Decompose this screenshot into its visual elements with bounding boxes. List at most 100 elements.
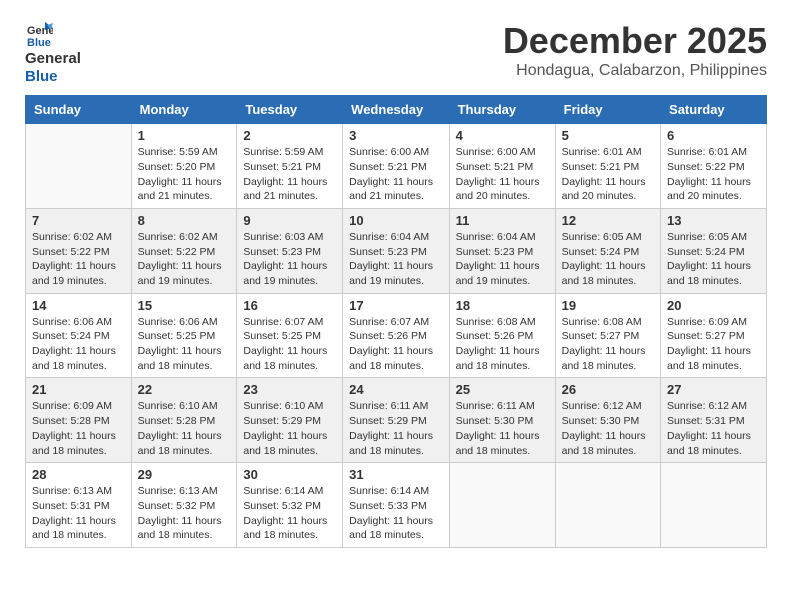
header-area: General Blue General Blue December 2025 … xyxy=(25,20,767,85)
day-info: Sunrise: 6:12 AM Sunset: 5:31 PM Dayligh… xyxy=(667,399,760,458)
calendar-day-cell: 26 Sunrise: 6:12 AM Sunset: 5:30 PM Dayli… xyxy=(555,378,660,463)
month-title: December 2025 xyxy=(503,20,767,62)
day-number: 13 xyxy=(667,213,760,228)
calendar-day-cell: 8 Sunrise: 6:02 AM Sunset: 5:22 PM Daylig… xyxy=(131,208,237,293)
day-info: Sunrise: 6:09 AM Sunset: 5:27 PM Dayligh… xyxy=(667,315,760,374)
calendar-day-cell: 1Sunrise: 5:59 AM Sunset: 5:20 PM Daylig… xyxy=(131,124,237,209)
logo: General Blue General Blue xyxy=(25,20,81,85)
day-info: Sunrise: 6:09 AM Sunset: 5:28 PM Dayligh… xyxy=(32,399,125,458)
calendar-day-cell: 23 Sunrise: 6:10 AM Sunset: 5:29 PM Dayli… xyxy=(237,378,343,463)
calendar-day-cell: 17 Sunrise: 6:07 AM Sunset: 5:26 PM Dayli… xyxy=(343,293,449,378)
logo-general: General xyxy=(25,50,81,67)
calendar-day-cell: 9Sunrise: 6:03 AM Sunset: 5:23 PM Daylig… xyxy=(237,208,343,293)
day-number: 22 xyxy=(138,382,231,397)
day-info: Sunrise: 6:01 AM Sunset: 5:21 PM Dayligh… xyxy=(562,145,654,204)
day-number: 5 xyxy=(562,128,654,143)
weekday-header-sunday: Sunday xyxy=(26,96,132,124)
day-number: 18 xyxy=(456,298,549,313)
day-info: Sunrise: 6:05 AM Sunset: 5:24 PM Dayligh… xyxy=(667,230,760,289)
day-info: Sunrise: 6:01 AM Sunset: 5:22 PM Dayligh… xyxy=(667,145,760,204)
calendar-day-cell: 29 Sunrise: 6:13 AM Sunset: 5:32 PM Dayli… xyxy=(131,463,237,548)
svg-text:Blue: Blue xyxy=(27,37,51,48)
weekday-header-friday: Friday xyxy=(555,96,660,124)
day-number: 27 xyxy=(667,382,760,397)
day-number: 4 xyxy=(456,128,549,143)
day-number: 2 xyxy=(243,128,336,143)
day-info: Sunrise: 6:05 AM Sunset: 5:24 PM Dayligh… xyxy=(562,230,654,289)
day-info: Sunrise: 6:10 AM Sunset: 5:28 PM Dayligh… xyxy=(138,399,231,458)
calendar-day-cell: 12 Sunrise: 6:05 AM Sunset: 5:24 PM Dayli… xyxy=(555,208,660,293)
day-info: Sunrise: 6:14 AM Sunset: 5:33 PM Dayligh… xyxy=(349,484,442,543)
calendar-day-cell: 7Sunrise: 6:02 AM Sunset: 5:22 PM Daylig… xyxy=(26,208,132,293)
calendar-day-cell: 14 Sunrise: 6:06 AM Sunset: 5:24 PM Dayli… xyxy=(26,293,132,378)
day-info: Sunrise: 5:59 AM Sunset: 5:21 PM Dayligh… xyxy=(243,145,336,204)
calendar-day-cell xyxy=(661,463,767,548)
calendar-table: SundayMondayTuesdayWednesdayThursdayFrid… xyxy=(25,95,767,548)
calendar-day-cell: 25Sunrise: 6:11 AM Sunset: 5:30 PM Dayli… xyxy=(449,378,555,463)
day-info: Sunrise: 6:13 AM Sunset: 5:31 PM Dayligh… xyxy=(32,484,125,543)
day-info: Sunrise: 6:10 AM Sunset: 5:29 PM Dayligh… xyxy=(243,399,336,458)
calendar-day-cell: 11Sunrise: 6:04 AM Sunset: 5:23 PM Dayli… xyxy=(449,208,555,293)
calendar-day-cell: 5 Sunrise: 6:01 AM Sunset: 5:21 PM Daylig… xyxy=(555,124,660,209)
day-info: Sunrise: 6:00 AM Sunset: 5:21 PM Dayligh… xyxy=(349,145,442,204)
day-info: Sunrise: 6:14 AM Sunset: 5:32 PM Dayligh… xyxy=(243,484,336,543)
weekday-header-wednesday: Wednesday xyxy=(343,96,449,124)
day-number: 12 xyxy=(562,213,654,228)
day-info: Sunrise: 6:00 AM Sunset: 5:21 PM Dayligh… xyxy=(456,145,549,204)
day-info: Sunrise: 6:08 AM Sunset: 5:27 PM Dayligh… xyxy=(562,315,654,374)
calendar-day-cell: 28 Sunrise: 6:13 AM Sunset: 5:31 PM Dayli… xyxy=(26,463,132,548)
day-number: 23 xyxy=(243,382,336,397)
day-number: 14 xyxy=(32,298,125,313)
day-number: 16 xyxy=(243,298,336,313)
day-info: Sunrise: 6:13 AM Sunset: 5:32 PM Dayligh… xyxy=(138,484,231,543)
calendar-day-cell: 30 Sunrise: 6:14 AM Sunset: 5:32 PM Dayli… xyxy=(237,463,343,548)
calendar-day-cell: 27 Sunrise: 6:12 AM Sunset: 5:31 PM Dayli… xyxy=(661,378,767,463)
day-number: 26 xyxy=(562,382,654,397)
calendar-day-cell: 3Sunrise: 6:00 AM Sunset: 5:21 PM Daylig… xyxy=(343,124,449,209)
day-number: 24 xyxy=(349,382,442,397)
day-number: 8 xyxy=(138,213,231,228)
day-info: Sunrise: 6:12 AM Sunset: 5:30 PM Dayligh… xyxy=(562,399,654,458)
calendar-week-row: 7 Sunrise: 6:02 AM Sunset: 5:22 PM Daylig… xyxy=(26,208,767,293)
weekday-header-saturday: Saturday xyxy=(661,96,767,124)
calendar-day-cell: 24 Sunrise: 6:11 AM Sunset: 5:29 PM Dayli… xyxy=(343,378,449,463)
calendar-day-cell: 19Sunrise: 6:08 AM Sunset: 5:27 PM Dayli… xyxy=(555,293,660,378)
day-number: 1 xyxy=(138,128,231,143)
weekday-header-thursday: Thursday xyxy=(449,96,555,124)
calendar-day-cell: 13 Sunrise: 6:05 AM Sunset: 5:24 PM Dayli… xyxy=(661,208,767,293)
weekday-header-monday: Monday xyxy=(131,96,237,124)
day-info: Sunrise: 6:02 AM Sunset: 5:22 PM Dayligh… xyxy=(138,230,231,289)
calendar-day-cell: 21 Sunrise: 6:09 AM Sunset: 5:28 PM Dayli… xyxy=(26,378,132,463)
title-area: December 2025 Hondagua, Calabarzon, Phil… xyxy=(503,20,767,80)
day-number: 21 xyxy=(32,382,125,397)
logo-blue: Blue xyxy=(25,68,58,85)
day-number: 7 xyxy=(32,213,125,228)
day-number: 15 xyxy=(138,298,231,313)
calendar-day-cell: 18Sunrise: 6:08 AM Sunset: 5:26 PM Dayli… xyxy=(449,293,555,378)
logo-icon: General Blue xyxy=(25,20,53,48)
calendar-day-cell xyxy=(555,463,660,548)
day-number: 11 xyxy=(456,213,549,228)
day-info: Sunrise: 6:06 AM Sunset: 5:25 PM Dayligh… xyxy=(138,315,231,374)
day-number: 29 xyxy=(138,467,231,482)
weekday-header-tuesday: Tuesday xyxy=(237,96,343,124)
day-number: 31 xyxy=(349,467,442,482)
day-number: 28 xyxy=(32,467,125,482)
calendar-day-cell: 16 Sunrise: 6:07 AM Sunset: 5:25 PM Dayli… xyxy=(237,293,343,378)
day-number: 17 xyxy=(349,298,442,313)
day-info: Sunrise: 6:07 AM Sunset: 5:25 PM Dayligh… xyxy=(243,315,336,374)
day-info: Sunrise: 6:04 AM Sunset: 5:23 PM Dayligh… xyxy=(349,230,442,289)
day-info: Sunrise: 6:11 AM Sunset: 5:29 PM Dayligh… xyxy=(349,399,442,458)
calendar-day-cell xyxy=(449,463,555,548)
day-number: 9 xyxy=(243,213,336,228)
day-number: 30 xyxy=(243,467,336,482)
day-info: Sunrise: 6:06 AM Sunset: 5:24 PM Dayligh… xyxy=(32,315,125,374)
calendar-day-cell: 15 Sunrise: 6:06 AM Sunset: 5:25 PM Dayli… xyxy=(131,293,237,378)
calendar-day-cell: 2 Sunrise: 5:59 AM Sunset: 5:21 PM Daylig… xyxy=(237,124,343,209)
calendar-day-cell: 22 Sunrise: 6:10 AM Sunset: 5:28 PM Dayli… xyxy=(131,378,237,463)
calendar-day-cell: 20Sunrise: 6:09 AM Sunset: 5:27 PM Dayli… xyxy=(661,293,767,378)
day-info: Sunrise: 6:07 AM Sunset: 5:26 PM Dayligh… xyxy=(349,315,442,374)
calendar-day-cell: 31 Sunrise: 6:14 AM Sunset: 5:33 PM Dayli… xyxy=(343,463,449,548)
calendar-week-row: 21 Sunrise: 6:09 AM Sunset: 5:28 PM Dayli… xyxy=(26,378,767,463)
calendar-day-cell: 6Sunrise: 6:01 AM Sunset: 5:22 PM Daylig… xyxy=(661,124,767,209)
